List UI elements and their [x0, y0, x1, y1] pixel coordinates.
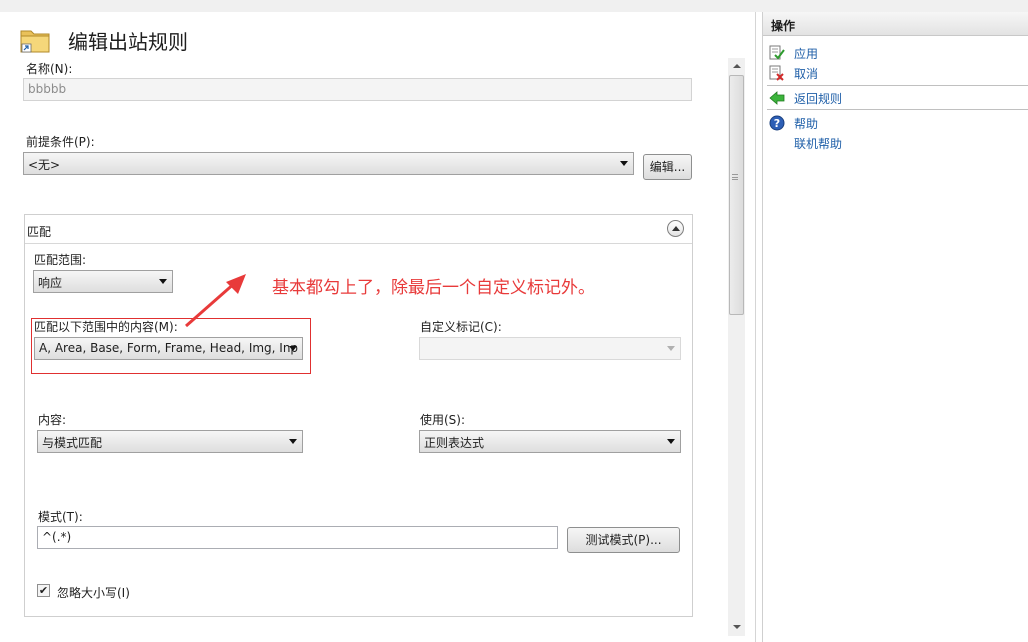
action-help[interactable]: ? 帮助: [769, 114, 1024, 132]
scroll-grip-icon: [732, 174, 738, 180]
pattern-input[interactable]: ^(.*): [37, 526, 558, 549]
action-cancel-label: 取消: [794, 67, 819, 81]
main-pane: 编辑出站规则 名称(N): bbbbb 前提条件(P): <无> 编辑... 匹…: [0, 12, 756, 642]
match-scope-select[interactable]: 响应: [33, 270, 173, 293]
action-apply[interactable]: 应用: [769, 44, 1024, 62]
precondition-label: 前提条件(P):: [26, 135, 95, 149]
action-help-label: 帮助: [794, 117, 819, 131]
annotation-highlight-box: [31, 318, 311, 374]
custom-tag-select[interactable]: [419, 337, 681, 360]
action-online-help-label: 联机帮助: [794, 137, 843, 151]
ignore-case-label: 忽略大小写(I): [57, 586, 130, 600]
folder-icon: [20, 30, 50, 53]
window-top-strip: [0, 0, 1028, 12]
chevron-down-icon: [667, 439, 675, 444]
content-label: 内容:: [38, 413, 67, 427]
separator: [767, 109, 1028, 110]
action-apply-label: 应用: [794, 47, 819, 61]
collapse-icon[interactable]: [667, 220, 684, 237]
using-value: 正则表达式: [424, 436, 485, 450]
svg-text:?: ?: [774, 117, 780, 130]
content-select[interactable]: 与模式匹配: [37, 430, 303, 453]
match-section-title: 匹配: [27, 225, 52, 239]
annotation-arrow-icon: [185, 274, 246, 328]
match-section-header[interactable]: 匹配: [25, 215, 692, 244]
using-select[interactable]: 正则表达式: [419, 430, 681, 453]
pattern-label: 模式(T):: [38, 510, 83, 524]
action-back-to-rules[interactable]: 返回规则: [769, 89, 1024, 107]
vertical-scrollbar[interactable]: [728, 58, 745, 636]
chevron-down-icon: [159, 279, 167, 284]
using-label: 使用(S):: [420, 413, 466, 427]
action-online-help[interactable]: 联机帮助: [769, 134, 1024, 152]
scroll-down-icon[interactable]: [728, 619, 745, 636]
test-pattern-button[interactable]: 测试模式(P)...: [567, 527, 680, 553]
chevron-down-icon: [667, 346, 675, 351]
cancel-x-icon: [769, 65, 784, 81]
match-scope-value: 响应: [38, 276, 63, 290]
ignore-case-checkbox[interactable]: ✔: [37, 584, 50, 597]
help-icon: ?: [769, 115, 785, 131]
actions-panel: 操作 应用 取消 返回规则 ? 帮助 联机帮助: [762, 12, 1028, 642]
scroll-up-icon[interactable]: [728, 58, 745, 75]
action-back-to-rules-label: 返回规则: [794, 92, 843, 106]
back-arrow-icon: [769, 91, 785, 105]
annotation-text: 基本都勾上了，除最后一个自定义标记外。: [272, 278, 595, 298]
content-value: 与模式匹配: [42, 436, 103, 450]
actions-panel-header: 操作: [763, 12, 1028, 36]
name-field[interactable]: bbbbb: [23, 78, 692, 101]
page-title: 编辑出站规则: [68, 30, 188, 54]
scroll-thumb[interactable]: [729, 75, 744, 315]
apply-check-icon: [769, 45, 785, 60]
edit-precondition-button[interactable]: 编辑...: [643, 154, 692, 180]
action-cancel[interactable]: 取消: [769, 64, 1024, 82]
chevron-down-icon: [289, 439, 297, 444]
precondition-value: <无>: [28, 158, 61, 172]
separator: [767, 85, 1028, 86]
precondition-select[interactable]: <无>: [23, 152, 634, 175]
custom-tag-label: 自定义标记(C):: [420, 320, 502, 334]
name-label: 名称(N):: [26, 62, 73, 76]
actions-panel-title: 操作: [771, 19, 796, 33]
match-scope-label: 匹配范围:: [34, 253, 87, 267]
chevron-down-icon: [620, 161, 628, 166]
